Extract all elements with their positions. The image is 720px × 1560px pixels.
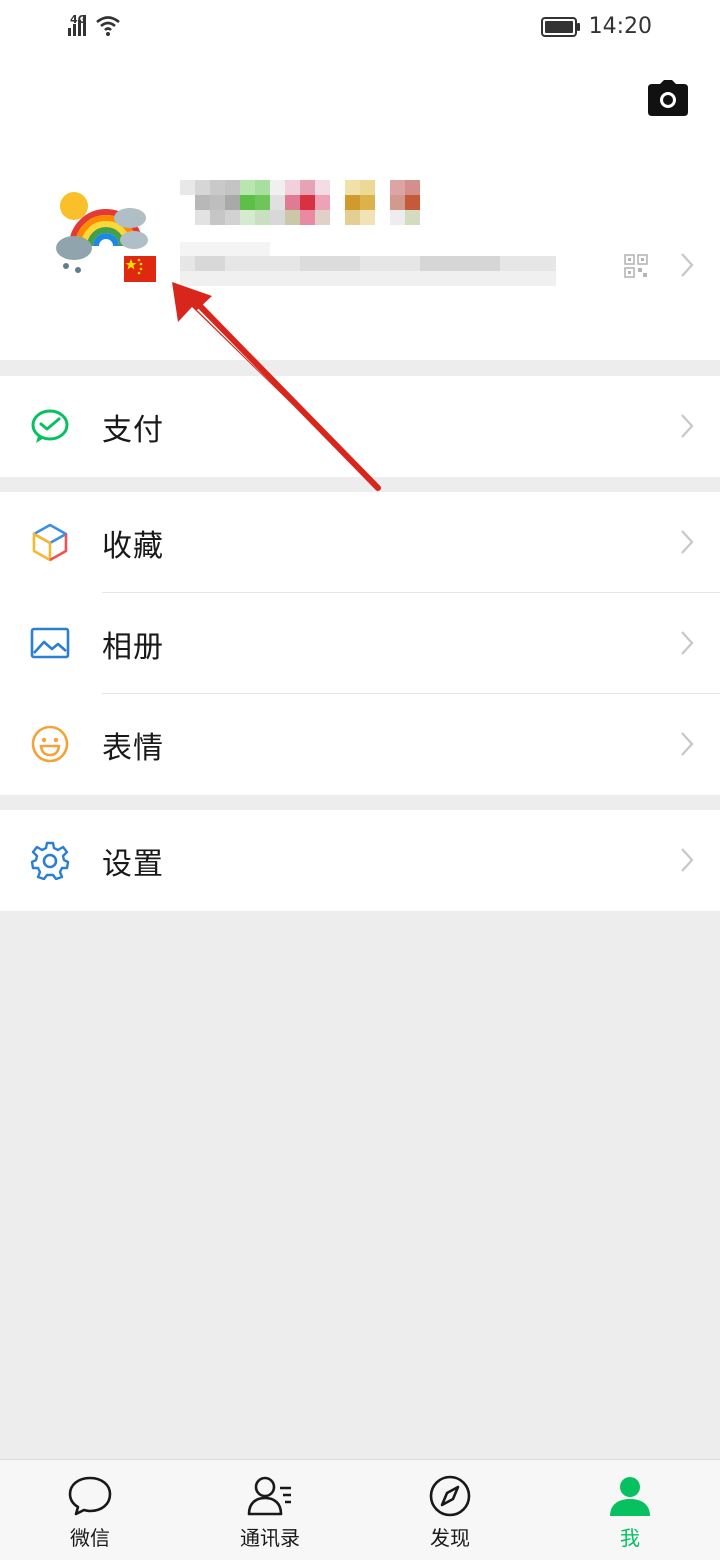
china-flag-icon (124, 256, 156, 282)
camera-icon[interactable] (648, 80, 688, 116)
menu-item-album[interactable]: 相册 (0, 593, 720, 694)
tab-label: 通讯录 (240, 1526, 300, 1550)
tab-me[interactable]: 我 (540, 1460, 720, 1560)
chevron-right-icon (681, 414, 694, 438)
pay-group: 支付 (0, 376, 720, 477)
wechat-id-pixelated (180, 242, 556, 286)
wifi-icon (95, 16, 120, 36)
status-time: 14:20 (588, 14, 652, 39)
tab-label: 发现 (430, 1526, 470, 1550)
pay-icon (31, 409, 69, 443)
tab-discover[interactable]: 发现 (360, 1460, 540, 1560)
settings-group: 设置 (0, 810, 720, 911)
tab-chats[interactable]: 微信 (0, 1460, 180, 1560)
media-group: 收藏 相册 表情 (0, 492, 720, 795)
status-right: 14:20 (540, 14, 652, 39)
menu-label-pay: 支付 (102, 412, 164, 448)
menu-label-album: 相册 (102, 629, 164, 665)
smiley-face-icon (31, 725, 69, 763)
chevron-right-icon (681, 848, 694, 872)
menu-label-settings: 设置 (102, 846, 164, 882)
tab-label: 微信 (70, 1526, 110, 1550)
tab-label: 我 (620, 1526, 640, 1550)
contacts-icon (247, 1476, 291, 1516)
chevron-right-icon (681, 530, 694, 554)
network-type-label: 4G (70, 13, 87, 26)
chevron-right-icon (681, 631, 694, 655)
menu-item-favorites[interactable]: 收藏 (0, 492, 720, 593)
nickname-pixelated (180, 180, 420, 225)
person-icon (610, 1477, 650, 1516)
status-left: 4G (67, 13, 121, 36)
profile-header[interactable] (0, 56, 720, 360)
chevron-right-icon (681, 732, 694, 756)
album-icon (30, 627, 70, 659)
menu-label-favorites: 收藏 (102, 528, 164, 564)
menu-item-stickers[interactable]: 表情 (0, 694, 720, 795)
status-bar: 4G 14:20 (0, 0, 720, 56)
compass-icon (429, 1475, 471, 1517)
chevron-right-icon (681, 253, 694, 277)
qr-code-icon[interactable] (624, 254, 648, 278)
favorites-cube-icon (32, 523, 68, 562)
battery-icon (540, 16, 580, 37)
gear-icon (30, 841, 70, 880)
bottom-tab-bar: 微信 通讯录 发现 我 (0, 1459, 720, 1560)
tab-contacts[interactable]: 通讯录 (180, 1460, 360, 1560)
menu-label-stickers: 表情 (102, 730, 164, 766)
menu-item-settings[interactable]: 设置 (0, 810, 720, 911)
chat-bubble-icon (68, 1476, 112, 1516)
menu-item-pay[interactable]: 支付 (0, 376, 720, 477)
